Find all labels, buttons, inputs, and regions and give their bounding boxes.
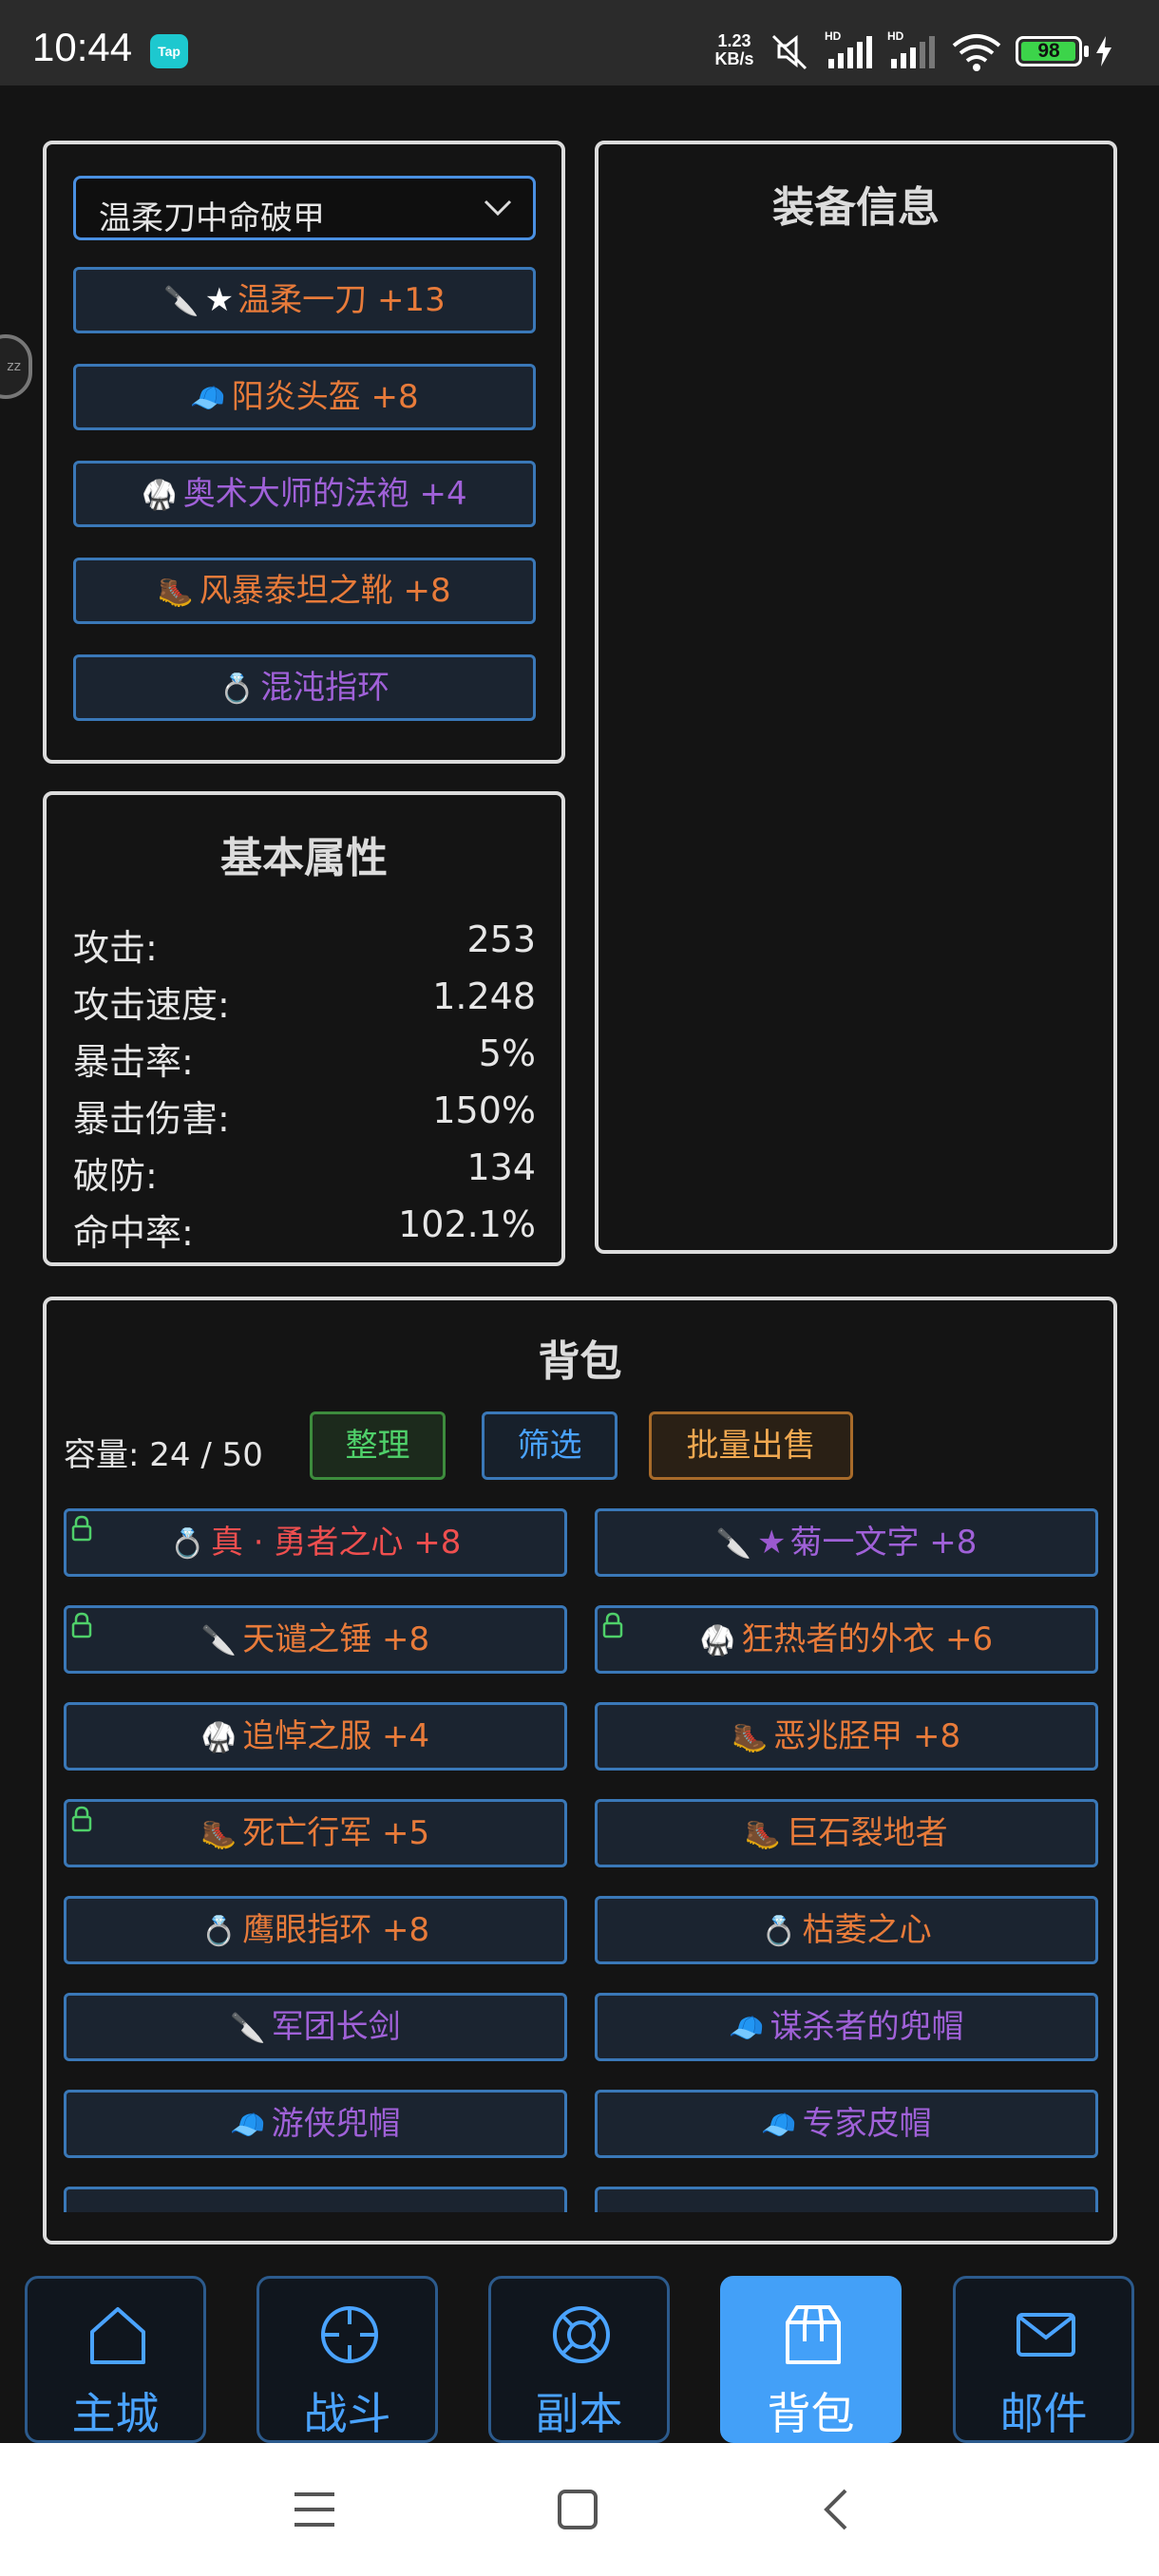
equip-slot-ring[interactable]: 💍 混沌指环 — [73, 654, 536, 721]
bag-item[interactable]: 🔪 天谴之锤 +8 — [64, 1605, 567, 1674]
robe-icon: 🥋 — [699, 1624, 736, 1657]
signal-hd-icon: HD — [825, 29, 872, 68]
backpack-title: 背包 — [538, 1337, 622, 1386]
svg-text:HD: HD — [887, 29, 904, 43]
helmet-icon: 🧢 — [190, 382, 226, 415]
bag-item[interactable]: 💍 真 · 勇者之心 +8 — [64, 1508, 567, 1577]
signal-hd-icon: HD — [887, 29, 935, 68]
boots-icon: 🥾 — [745, 1818, 781, 1851]
stat-row-attack: 攻击: 253 — [73, 919, 536, 969]
sword-icon: 🔪 — [715, 1527, 751, 1561]
bag-item[interactable]: 💍 枯萎之心 — [595, 1896, 1098, 1964]
bag-item[interactable]: 🔪 军团长剑 — [64, 1993, 567, 2061]
bag-item[interactable]: 🥋 狂热者的外衣 +6 — [595, 1605, 1098, 1674]
mute-icon — [771, 34, 808, 70]
floating-assistant-ball[interactable]: zz — [0, 334, 32, 399]
sword-icon: 🔪 — [200, 1624, 238, 1657]
boots-icon: 🥾 — [158, 576, 194, 609]
equip-slot-name: 阳炎头盔 +8 — [231, 378, 419, 416]
lock-icon — [71, 1515, 92, 1542]
sword-icon: 🔪 — [230, 2012, 266, 2045]
equip-slot-name: 风暴泰坦之靴 +8 — [199, 572, 451, 610]
ring-icon: 💍 — [169, 1527, 205, 1561]
nav-bag[interactable]: 背包 — [720, 2276, 902, 2443]
sort-button[interactable]: 整理 — [310, 1411, 446, 1480]
helmet-icon: 🧢 — [729, 2012, 765, 2045]
equip-slot-armor[interactable]: 🥋 奥术大师的法袍 +4 — [73, 461, 536, 527]
equip-slot-name: 温柔一刀 +13 — [238, 281, 446, 319]
equip-slot-helmet[interactable]: 🧢 阳炎头盔 +8 — [73, 364, 536, 430]
preset-selected-value: 温柔刀中命破甲 — [99, 199, 325, 237]
stat-row-armor-pen: 破防: 134 — [73, 1146, 536, 1197]
bag-item[interactable]: 🥋 追悼之服 +4 — [64, 1702, 567, 1771]
stat-row-attack-speed: 攻击速度: 1.248 — [73, 975, 536, 1026]
filter-button[interactable]: 筛选 — [482, 1411, 618, 1480]
nav-battle[interactable]: 战斗 — [256, 2276, 438, 2443]
equipment-panel: 温柔刀中命破甲 🔪 ★ 温柔一刀 +13 🧢 阳炎头盔 +8 🥋 奥术大师的法袍 +4 … — [43, 141, 565, 764]
equipment-info-title: 装备信息 — [772, 183, 940, 232]
home-icon — [90, 2307, 145, 2364]
lock-icon — [71, 1806, 92, 1832]
bag-item[interactable]: 🧢 专家皮帽 — [595, 2090, 1098, 2158]
lock-icon — [71, 1612, 92, 1638]
battery-cap — [1084, 46, 1089, 57]
bag-item[interactable]: 🔪 ★ 菊一文字 +8 — [595, 1508, 1098, 1577]
equip-slot-boots[interactable]: 🥾 风暴泰坦之靴 +8 — [73, 558, 536, 624]
bag-item[interactable]: 🥾 巨石裂地者 — [595, 1799, 1098, 1867]
bag-item[interactable]: 🧢 游侠兜帽 — [64, 2090, 567, 2158]
stat-row-crit-damage: 暴击伤害: 150% — [73, 1089, 536, 1140]
menu-icon[interactable] — [293, 2491, 336, 2529]
ring-icon: 💍 — [218, 672, 256, 706]
system-nav-bar — [0, 2443, 1159, 2576]
nav-home[interactable]: 主城 — [25, 2276, 206, 2443]
boots-icon: 🥾 — [732, 1721, 769, 1754]
ring-icon: 💍 — [761, 1915, 797, 1948]
charging-icon — [1096, 36, 1112, 66]
stat-row-crit-rate: 暴击率: 5% — [73, 1032, 536, 1083]
lock-icon — [602, 1612, 623, 1638]
wifi-icon — [952, 34, 1001, 71]
helmet-icon: 🧢 — [230, 2109, 266, 2142]
lifebuoy-icon — [553, 2306, 610, 2363]
nav-mail[interactable]: 邮件 — [953, 2276, 1134, 2443]
equip-slot-weapon[interactable]: 🔪 ★ 温柔一刀 +13 — [73, 267, 536, 333]
bag-item[interactable]: 🥾 恶兆胫甲 +8 — [595, 1702, 1098, 1771]
nav-dungeon[interactable]: 副本 — [488, 2276, 670, 2443]
bag-item[interactable]: 💍 鹰眼指环 +8 — [64, 1896, 567, 1964]
robe-icon: 🥋 — [200, 1721, 238, 1754]
bulk-sell-button[interactable]: 批量出售 — [649, 1411, 853, 1480]
sword-icon: 🔪 — [163, 285, 200, 318]
equipment-preset-dropdown[interactable]: 温柔刀中命破甲 — [73, 176, 536, 240]
svg-text:HD: HD — [825, 29, 842, 43]
bag-item[interactable]: 🥾 死亡行军 +5 — [64, 1799, 567, 1867]
capacity: 容量: 24 / 50 — [64, 1436, 263, 1474]
bag-item[interactable]: 🧢 谋杀者的兜帽 — [595, 1993, 1098, 2061]
list-clip — [47, 2212, 1113, 2241]
robe-icon: 🥋 — [142, 479, 178, 512]
stat-row-hit-rate: 命中率: 102.1% — [73, 1203, 536, 1254]
base-stats-title: 基本属性 — [220, 834, 388, 882]
ring-icon: 💍 — [200, 1915, 238, 1948]
status-bar: 10:44 Tap 1.23 KB/s HD HD 98 — [0, 0, 1159, 85]
equip-slot-name: 混沌指环 — [260, 669, 390, 707]
backpack-panel: 背包 容量: 24 / 50 整理 筛选 批量出售 💍 真 · 勇者之心 +8 🔪… — [43, 1297, 1117, 2245]
taptap-notification-icon: Tap — [150, 34, 188, 68]
base-stats-panel: 基本属性 攻击: 253 攻击速度: 1.248 暴击率: 5% 暴击伤害: 1… — [43, 791, 565, 1266]
crosshair-icon — [321, 2306, 378, 2363]
package-icon — [786, 2305, 841, 2364]
status-time: 10:44 — [32, 25, 133, 69]
network-speed: 1.23 KB/s — [714, 31, 754, 68]
helmet-icon: 🧢 — [761, 2109, 797, 2142]
boots-icon: 🥾 — [200, 1818, 238, 1851]
back-icon[interactable] — [821, 2487, 849, 2532]
star-icon: ★ — [204, 281, 235, 319]
equipment-info-panel: 装备信息 — [595, 141, 1117, 1254]
star-icon: ★ — [756, 1524, 787, 1562]
home-square-icon[interactable] — [557, 2489, 598, 2530]
mail-icon — [1016, 2313, 1075, 2357]
chevron-down-icon — [484, 199, 512, 217]
equip-slot-name: 奥术大师的法袍 +4 — [182, 475, 467, 513]
battery-icon: 98 — [1016, 36, 1082, 66]
